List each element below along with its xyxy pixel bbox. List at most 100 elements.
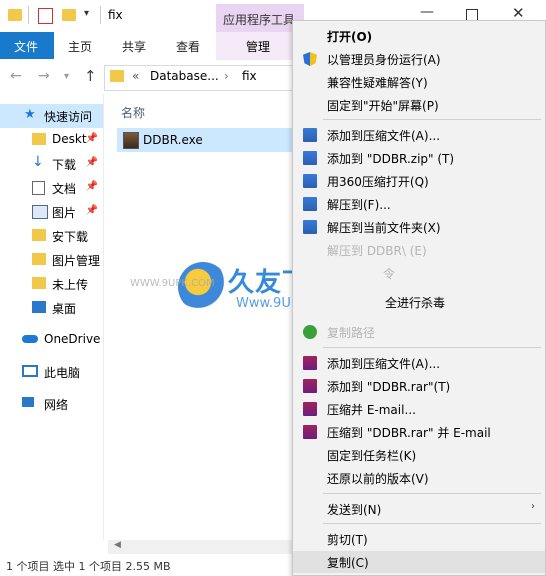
status-bar: 1 个项目 选中 1 个项目 2.55 MB bbox=[0, 556, 292, 574]
tab-file[interactable]: 文件 bbox=[0, 32, 54, 59]
menu-item-add-ddbr-zip[interactable]: 添加到 "DDBR.zip" (T) bbox=[293, 147, 545, 169]
exe-icon bbox=[123, 132, 139, 149]
tab-manage[interactable]: 管理 bbox=[216, 32, 304, 60]
breadcrumb-item[interactable]: fix bbox=[242, 69, 257, 83]
menu-item-extract-to[interactable]: 解压到(F)... bbox=[293, 193, 545, 215]
menu-item-run-as-admin[interactable]: 以管理员身份运行(A) bbox=[293, 48, 545, 70]
menu-item-add-ddbr-rar[interactable]: 添加到 "DDBR.rar"(T) bbox=[293, 375, 545, 397]
menu-separator bbox=[323, 347, 541, 348]
menu-item-open-360zip[interactable]: 用360压缩打开(Q) bbox=[293, 170, 545, 192]
pin-icon: 📌 bbox=[85, 205, 98, 216]
context-menu: 打开(O) 以管理员身份运行(A) 兼容性疑难解答(Y) 固定到"开始"屏幕(P… bbox=[292, 20, 546, 576]
menu-item-cut[interactable]: 剪切(T) bbox=[293, 528, 545, 550]
menu-item-send-to[interactable]: 发送到(N) › bbox=[293, 498, 545, 520]
breadcrumb-separator-icon: › bbox=[224, 69, 229, 83]
pin-icon: 📌 bbox=[85, 181, 98, 192]
folder-icon bbox=[110, 70, 124, 82]
folder-icon bbox=[32, 229, 46, 241]
picture-icon bbox=[32, 205, 48, 219]
status-text: 1 个项目 选中 1 个项目 2.55 MB bbox=[6, 560, 171, 573]
sidebar-item-this-pc[interactable]: 此电脑 bbox=[0, 360, 104, 384]
menu-item-restore-versions[interactable]: 还原以前的版本(V) bbox=[293, 467, 545, 489]
desktop-icon bbox=[32, 301, 46, 313]
tab-share[interactable]: 共享 bbox=[122, 38, 146, 55]
folder-icon bbox=[32, 253, 46, 265]
sidebar-item-documents[interactable]: 文档 📌 bbox=[0, 176, 104, 200]
star-icon: ★ bbox=[24, 107, 36, 122]
winrar-icon bbox=[303, 402, 317, 416]
menu-separator bbox=[323, 523, 541, 524]
zip-icon bbox=[303, 197, 317, 211]
sidebar-item-desktop-folder[interactable]: 桌面 bbox=[0, 296, 104, 320]
sidebar-item-downloads[interactable]: ↓ 下载 📌 bbox=[0, 152, 104, 176]
menu-item-pin-start[interactable]: 固定到"开始"屏幕(P) bbox=[293, 94, 545, 116]
sidebar-item-folder[interactable]: 安下载 bbox=[0, 224, 104, 248]
properties-icon[interactable] bbox=[38, 8, 53, 24]
pin-icon: 📌 bbox=[85, 157, 98, 168]
menu-item-add-archive-rar[interactable]: 添加到压缩文件(A)... bbox=[293, 352, 545, 374]
menu-item-extract-ddbr[interactable]: 解压到 DDBR\ (E) bbox=[293, 239, 545, 261]
tab-view[interactable]: 查看 bbox=[176, 38, 200, 55]
file-name: DDBR.exe bbox=[143, 133, 203, 147]
sidebar-item-onedrive[interactable]: OneDrive bbox=[0, 328, 104, 352]
file-item[interactable]: DDBR.exe bbox=[117, 128, 293, 152]
sidebar-item-folder[interactable]: 未上传 bbox=[0, 272, 104, 296]
menu-item-open[interactable]: 打开(O) bbox=[293, 25, 545, 47]
menu-item-pin-taskbar[interactable]: 固定到任务栏(K) bbox=[293, 444, 545, 466]
divider bbox=[100, 6, 101, 24]
winrar-icon bbox=[303, 379, 317, 393]
menu-item-copy[interactable]: 复制(C) bbox=[293, 551, 545, 573]
menu-item-compress-ddbr-email[interactable]: 压缩到 "DDBR.rar" 并 E-mail bbox=[293, 421, 545, 443]
minimize-icon[interactable]: — bbox=[420, 4, 434, 20]
green-icon bbox=[303, 325, 317, 339]
menu-item-command[interactable]: 令 bbox=[293, 262, 545, 284]
zip-icon bbox=[303, 174, 317, 188]
folder-icon bbox=[32, 277, 46, 289]
shield-icon bbox=[303, 52, 317, 66]
watermark-url-small: WWW.9UPK.COM bbox=[130, 278, 215, 289]
folder-icon bbox=[32, 133, 46, 145]
folder-icon bbox=[8, 9, 22, 21]
menu-item-troubleshoot[interactable]: 兼容性疑难解答(Y) bbox=[293, 71, 545, 93]
menu-item-copy-path[interactable]: 复制路径 bbox=[293, 321, 545, 343]
download-icon: ↓ bbox=[32, 154, 44, 170]
sidebar-item-desktop[interactable]: Deskt 📌 bbox=[0, 128, 104, 152]
tab-home[interactable]: 主页 bbox=[68, 38, 92, 55]
quick-access-dropdown-icon[interactable]: ▾ bbox=[84, 8, 89, 19]
window-title: fix bbox=[108, 8, 123, 22]
back-icon[interactable]: ← bbox=[10, 68, 22, 84]
zip-icon bbox=[303, 220, 317, 234]
menu-item-compress-email[interactable]: 压缩并 E-mail... bbox=[293, 398, 545, 420]
horizontal-scrollbar[interactable]: ◀ bbox=[108, 540, 292, 554]
divider bbox=[28, 6, 29, 24]
sidebar-item-quick-access[interactable]: ★ 快速访问 bbox=[0, 104, 104, 128]
sidebar-item-folder[interactable]: 图片管理 bbox=[0, 248, 104, 272]
context-tab-group-label: 应用程序工具 bbox=[223, 13, 296, 27]
context-tab-group: 应用程序工具 bbox=[216, 4, 304, 32]
breadcrumb-overflow[interactable]: « bbox=[132, 69, 139, 83]
menu-separator bbox=[323, 119, 541, 120]
winrar-icon bbox=[303, 356, 317, 370]
pin-icon: 📌 bbox=[85, 133, 98, 144]
chevron-right-icon: › bbox=[531, 501, 535, 512]
menu-item-virus-scan[interactable]: 全进行杀毒 bbox=[293, 291, 545, 313]
scroll-left-icon[interactable]: ◀ bbox=[114, 540, 121, 550]
zip-icon bbox=[303, 128, 317, 142]
new-folder-icon[interactable] bbox=[62, 9, 76, 21]
menu-item-extract-here[interactable]: 解压到当前文件夹(X) bbox=[293, 216, 545, 238]
winrar-icon bbox=[303, 425, 317, 439]
computer-icon bbox=[22, 365, 38, 377]
menu-item-add-archive-zip[interactable]: 添加到压缩文件(A)... bbox=[293, 124, 545, 146]
column-header-name[interactable]: 名称 bbox=[121, 104, 145, 121]
zip-icon bbox=[303, 151, 317, 165]
divider bbox=[103, 94, 104, 540]
cloud-icon bbox=[22, 335, 38, 343]
sidebar-item-network[interactable]: 网络 bbox=[0, 392, 104, 416]
menu-separator bbox=[323, 493, 541, 494]
breadcrumb-item[interactable]: Database... bbox=[150, 69, 219, 83]
document-icon bbox=[32, 181, 45, 195]
sidebar-item-pictures[interactable]: 图片 📌 bbox=[0, 200, 104, 224]
forward-icon[interactable]: → bbox=[38, 68, 50, 84]
up-icon[interactable]: ↑ bbox=[84, 67, 97, 85]
recent-locations-icon[interactable]: ▾ bbox=[64, 71, 69, 82]
